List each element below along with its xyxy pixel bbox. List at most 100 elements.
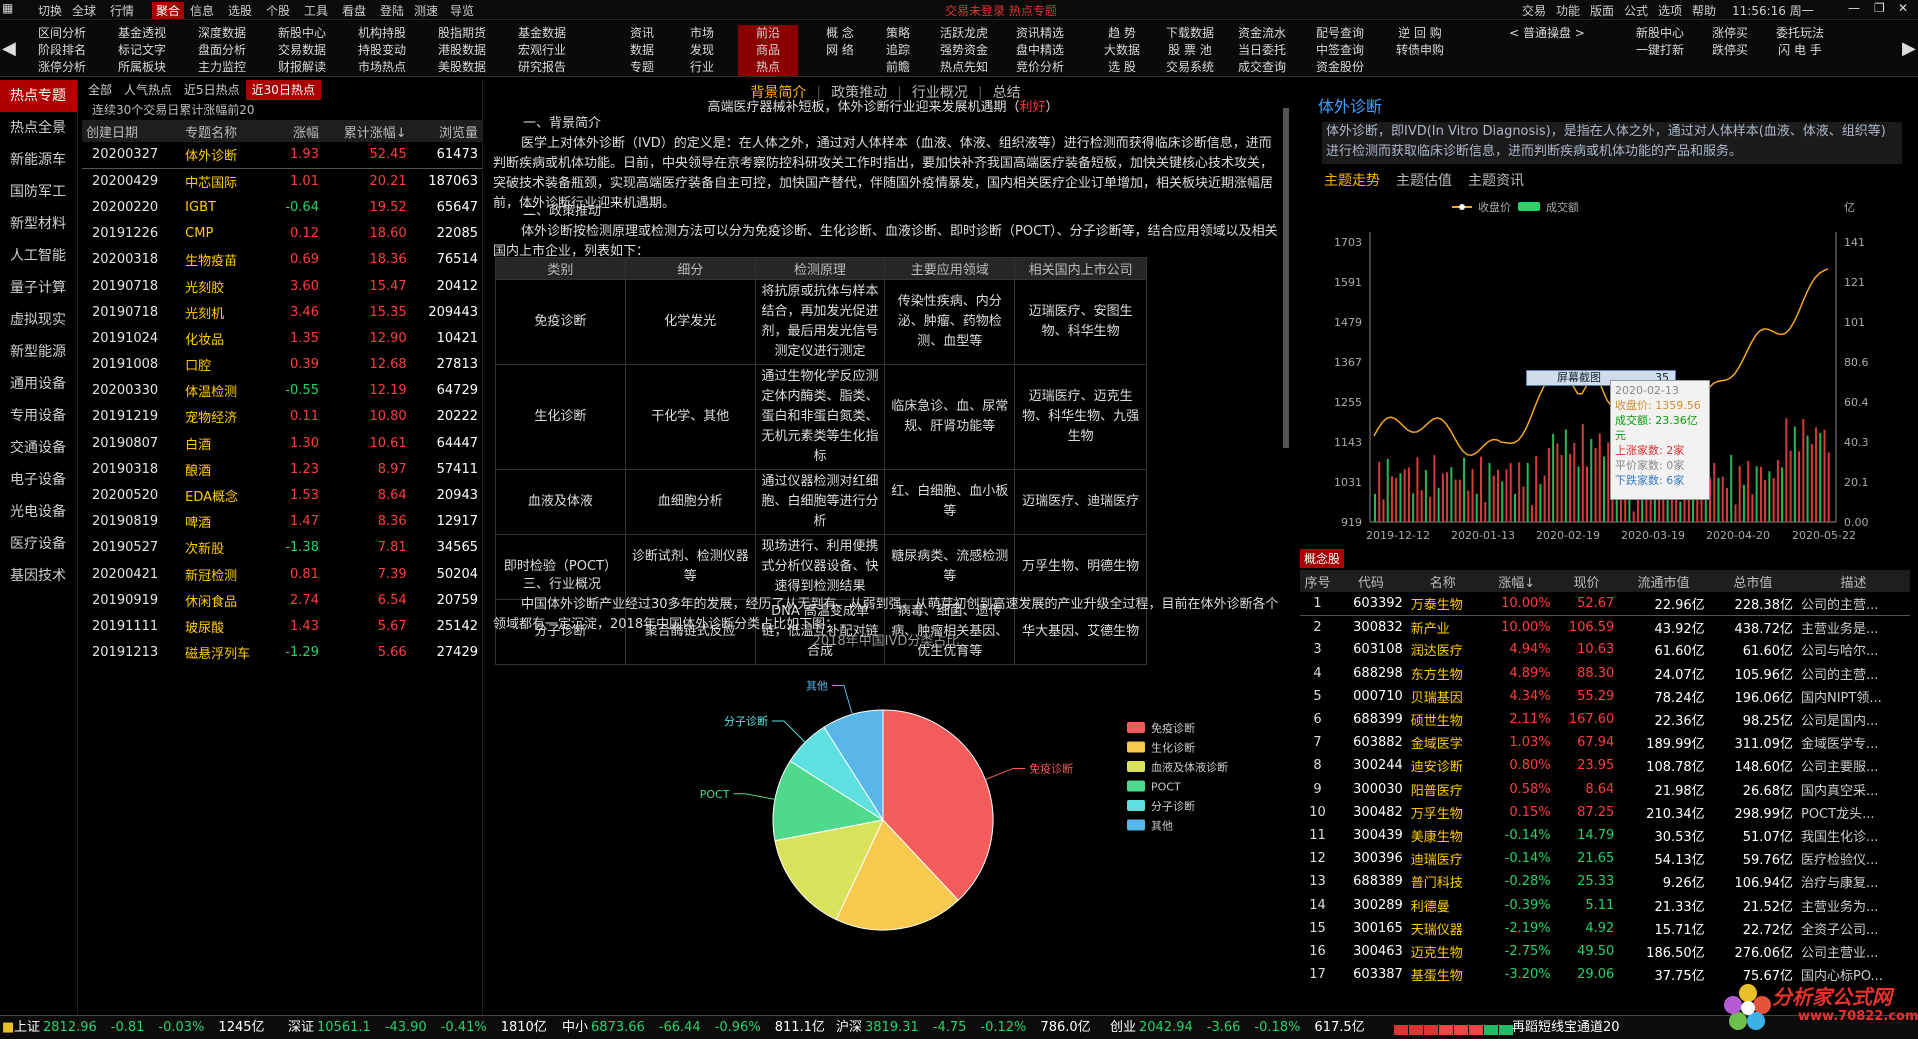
table-row[interactable]: 6 688399 硕世生物 2.11% 167.60 22.36亿 98.25亿 公司是国内.… [1300,708,1910,731]
topic-col-header-0[interactable]: 创建日期 [82,120,182,142]
topic-col-header-3[interactable]: 累计涨幅↓ [322,120,411,142]
menu-item-1[interactable]: 全球 [72,2,96,19]
toolbar-item-8-2[interactable]: 行业 [672,59,732,76]
toolbar-item-8-0[interactable]: 市场 [672,25,732,42]
table-row[interactable]: 20190919 休闲食品 2.74 6.54 20759 [82,587,482,613]
table-row[interactable]: 20191024 化妆品 1.35 12.90 10421 [82,325,482,351]
table-row[interactable]: 20200327 体外诊断 1.93 52.45 61473 [82,142,482,169]
menu-right-item-3[interactable]: 公式 [1624,2,1648,19]
legend-label-2[interactable]: 血液及体液诊断 [1151,760,1228,774]
table-row[interactable]: 20190718 光刻机 3.46 15.35 209443 [82,299,482,325]
nav-item-2[interactable]: 新能源车 [0,144,77,176]
toolbar-item-0-1[interactable]: 阶段排名 [22,42,102,59]
toolbar-item-16-2[interactable]: 成交查询 [1222,59,1302,76]
nav-item-4[interactable]: 新型材料 [0,208,77,240]
toolbar-item-2-0[interactable]: 深度数据 [182,25,262,42]
table-row[interactable]: 9 300030 阳普医疗 0.58% 8.64 21.98亿 26.68亿 国内真空采... [1300,778,1910,801]
table-row[interactable]: 1 603392 万泰生物 10.00% 52.67 22.96亿 228.38亿 公司的主营… [1300,592,1910,616]
topic-tab-3[interactable]: 近30日热点 [245,80,321,100]
table-row[interactable]: 2 300832 新产业 10.00% 106.59 43.92亿 438.72亿 主营业务是… [1300,615,1910,638]
table-row[interactable]: 20190527 次新股 -1.38 7.81 34565 [82,535,482,561]
index-quote-4[interactable]: 创业 2042.94 -3.66 -0.18% 617.5亿 [1110,1017,1365,1039]
toolbar-item-12-0[interactable]: 活跃龙虎 [934,25,994,42]
toolbar-item-18-0[interactable]: 逆 回 购 [1380,25,1460,42]
app-grid-icon[interactable]: ▦ [2,1,13,15]
menu-item-7[interactable]: 工具 [304,2,328,19]
theme-tab-2[interactable]: 主题资讯 [1468,173,1524,189]
legend-label-0[interactable]: 免疫诊断 [1151,721,1195,735]
table-row[interactable]: 14 300289 利德曼 -0.39% 5.11 21.33亿 21.52亿 主营业务为..… [1300,893,1910,916]
index-quote-2[interactable]: 中小 6873.66 -66.44 -0.96% 811.1亿 [562,1017,825,1039]
concept-col-header-7[interactable]: 描述 [1796,570,1910,592]
toolbar-item-15-1[interactable]: 股 票 池 [1150,42,1230,59]
toolbar-item-21-0[interactable]: 涨停买 [1690,25,1770,42]
restore-icon[interactable]: ❐ [1874,1,1885,15]
toolbar-item-10-1[interactable]: 网 络 [810,42,870,59]
nav-item-9[interactable]: 通用设备 [0,368,77,400]
theme-tab-0[interactable]: 主题走势 [1324,173,1380,189]
table-row[interactable]: 20191226 CMP 0.12 18.60 22085 [82,221,482,247]
toolbar-item-3-2[interactable]: 财报解读 [262,59,342,76]
toolbar-item-11-1[interactable]: 追踪 [868,42,928,59]
table-row[interactable]: 20191008 口腔 0.39 12.68 27813 [82,352,482,378]
article-scrollbar[interactable] [1283,108,1289,448]
menu-item-11[interactable]: 导览 [450,2,474,19]
table-row[interactable]: 20200429 中芯国际 1.01 20.21 187063 [82,168,482,194]
table-row[interactable]: 20191213 磁悬浮列车 -1.29 5.66 27429 [82,640,482,666]
menu-item-9[interactable]: 登陆 [380,2,404,19]
legend-label-4[interactable]: 分子诊断 [1151,799,1195,813]
toolbar-item-5-1[interactable]: 港股数据 [422,42,502,59]
toolbar-item-9-1[interactable]: 商品 [738,42,798,59]
theme-tab-1[interactable]: 主题估值 [1396,173,1452,189]
menu-right-item-4[interactable]: 选项 [1658,2,1682,19]
nav-item-5[interactable]: 人工智能 [0,240,77,272]
toolbar-item-7-0[interactable]: 资讯 [612,25,672,42]
menu-item-6[interactable]: 个股 [266,2,290,19]
toolbar-item-13-0[interactable]: 资讯精选 [1010,25,1070,42]
toolbar-item-7-2[interactable]: 专题 [612,59,672,76]
toolbar-item-6-1[interactable]: 宏观行业 [502,42,582,59]
toolbar-item-13-1[interactable]: 盘中精选 [1010,42,1070,59]
menu-item-8[interactable]: 看盘 [342,2,366,19]
menu-item-0[interactable]: 切换 [38,2,62,19]
toolbar-item-15-0[interactable]: 下载数据 [1150,25,1230,42]
toolbar-item-13-2[interactable]: 竞价分析 [1010,59,1070,76]
table-row[interactable]: 20200520 EDA概念 1.53 8.64 20943 [82,482,482,508]
menu-right-item-2[interactable]: 版面 [1590,2,1614,19]
nav-item-14[interactable]: 医疗设备 [0,528,77,560]
table-row[interactable]: 11 300439 美康生物 -0.14% 14.79 30.53亿 51.07亿 我国生化诊… [1300,824,1910,847]
menu-item-2[interactable]: 行情 [110,2,134,19]
toolbar-item-0-2[interactable]: 涨停分析 [22,59,102,76]
nav-item-12[interactable]: 电子设备 [0,464,77,496]
menu-item-10[interactable]: 测速 [414,2,438,19]
toolbar-item-1-1[interactable]: 标记文字 [102,42,182,59]
table-row[interactable]: 20190819 啤酒 1.47 8.36 12917 [82,509,482,535]
nav-item-3[interactable]: 国防军工 [0,176,77,208]
table-row[interactable]: 5 000710 贝瑞基因 4.34% 55.29 78.24亿 196.06亿 国内NIPT… [1300,685,1910,708]
table-row[interactable]: 10 300482 万孚生物 0.15% 87.25 210.34亿 298.99亿 POCT… [1300,801,1910,824]
close-icon[interactable]: ✕ [1898,1,1908,15]
toolbar-item-18-1[interactable]: 转债申购 [1380,42,1460,59]
table-row[interactable]: 20190718 光刻胶 3.60 15.47 20412 [82,273,482,299]
topic-col-header-2[interactable]: 涨幅 [271,120,323,142]
toolbar-item-17-0[interactable]: 配号查询 [1300,25,1380,42]
toolbar-item-2-1[interactable]: 盘面分析 [182,42,262,59]
menu-right-item-0[interactable]: 交易 [1522,2,1546,19]
toolbar-item-17-1[interactable]: 中签查询 [1300,42,1380,59]
menu-item-5[interactable]: 选股 [228,2,252,19]
toolbar-item-20-0[interactable]: 新股中心 [1620,25,1700,42]
toolbar-item-4-0[interactable]: 机构持股 [342,25,422,42]
toolbar-item-3-0[interactable]: 新股中心 [262,25,342,42]
table-row[interactable]: 20200421 新冠检测 0.81 7.39 50204 [82,561,482,587]
concept-col-header-0[interactable]: 序号 [1300,570,1335,592]
table-row[interactable]: 20200220 IGBT -0.64 19.52 65647 [82,194,482,220]
topic-col-header-1[interactable]: 专题名称 [181,120,272,142]
nav-item-10[interactable]: 专用设备 [0,400,77,432]
topic-tab-0[interactable]: 全部 [82,80,118,100]
toolbar-right-arrow-icon[interactable]: ▶ [1902,37,1916,61]
table-row[interactable]: 20200318 生物疫苗 0.69 18.36 76514 [82,247,482,273]
toolbar-item-16-0[interactable]: 资金流水 [1222,25,1302,42]
toolbar-item-8-1[interactable]: 发现 [672,42,732,59]
nav-item-0[interactable]: 热点专题 [0,80,77,112]
legend-label-1[interactable]: 生化诊断 [1151,741,1195,755]
